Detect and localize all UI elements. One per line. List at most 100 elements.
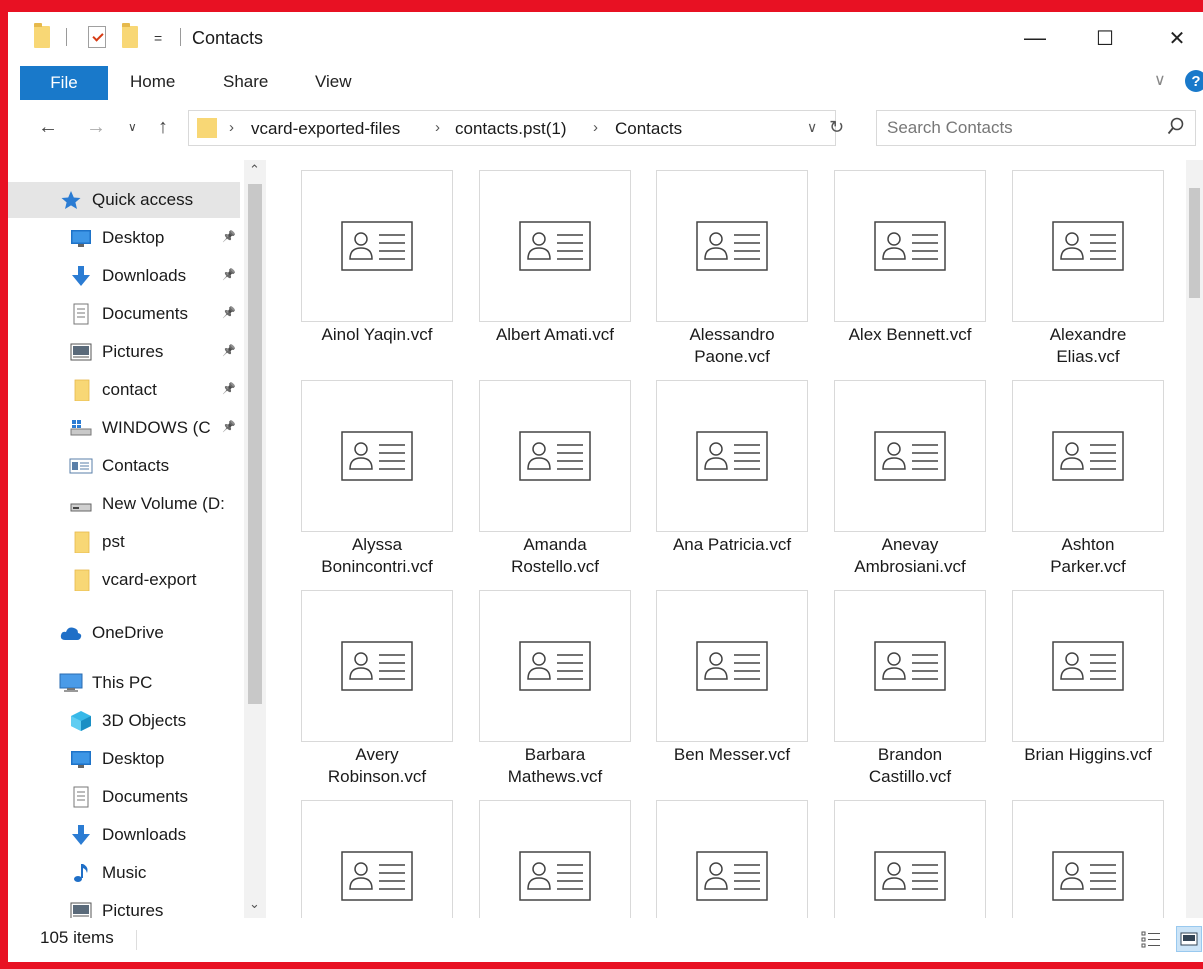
help-icon[interactable]: ? [1185,70,1203,92]
scroll-up-icon[interactable]: ⌃ [249,162,260,178]
sidebar-item-pst[interactable]: pst [8,524,240,560]
file-item[interactable]: Alyssa Bonincontri.vcf [301,380,453,578]
sidebar-item-pictures[interactable]: Pictures [8,893,240,918]
maximize-button[interactable]: ☐ [1082,20,1128,56]
file-item[interactable]: Ana Patricia.vcf [656,380,808,556]
file-name[interactable]: Brian Higgins.vcf [1012,744,1164,766]
file-item[interactable]: Ainol Yaqin.vcf [301,170,453,346]
sidebar-item-quick-access[interactable]: Quick access [8,182,240,218]
large-icons-view-icon[interactable] [1176,926,1202,952]
sidebar-item-3d-objects[interactable]: 3D Objects [8,703,240,739]
breadcrumb-separator[interactable]: › [435,119,440,136]
minimize-button[interactable]: — [1012,20,1058,56]
tab-home[interactable]: Home [130,72,175,92]
file-item[interactable]: Amanda Rostello.vcf [479,380,631,578]
sidebar-item-pictures[interactable]: Pictures 📌 [8,334,240,370]
customize-toolbar-dropdown[interactable]: = [154,30,162,46]
file-name[interactable]: Ashton Parker.vcf [1012,534,1164,578]
sidebar-item-desktop[interactable]: Desktop [8,741,240,777]
file-item[interactable]: Ben Messer.vcf [656,590,808,766]
contact-card-icon[interactable] [834,380,986,532]
file-item[interactable] [656,800,808,918]
back-button[interactable]: ← [38,116,58,139]
sidebar-item-documents[interactable]: Documents [8,779,240,815]
file-view-scrollbar[interactable] [1186,160,1203,918]
contact-card-icon[interactable] [834,170,986,322]
contact-card-icon[interactable] [834,590,986,742]
file-item[interactable]: Avery Robinson.vcf [301,590,453,788]
scrollbar-thumb[interactable] [248,184,262,704]
file-item[interactable]: Albert Amati.vcf [479,170,631,346]
contact-card-icon[interactable] [656,800,808,918]
file-name[interactable]: Ana Patricia.vcf [656,534,808,556]
scrollbar-thumb[interactable] [1189,188,1200,298]
file-name[interactable]: Brandon Castillo.vcf [834,744,986,788]
sidebar-item-onedrive[interactable]: OneDrive [8,615,240,651]
recent-locations-chevron-icon[interactable]: ∨ [128,120,137,134]
file-item[interactable]: Alex Bennett.vcf [834,170,986,346]
sidebar-item-desktop[interactable]: Desktop 📌 [8,220,240,256]
file-item[interactable]: Ashton Parker.vcf [1012,380,1164,578]
tab-file[interactable]: File [20,66,108,100]
navigation-pane-scrollbar[interactable]: ⌃ ⌄ [244,160,266,918]
scroll-down-icon[interactable]: ⌄ [249,896,260,912]
breadcrumb-separator[interactable]: › [229,119,234,136]
address-bar[interactable]: › vcard-exported-files › contacts.pst(1)… [188,110,844,146]
file-item[interactable] [1012,800,1164,918]
forward-button[interactable]: → [86,116,106,139]
contact-card-icon[interactable] [1012,170,1164,322]
tab-share[interactable]: Share [223,72,268,92]
contact-card-icon[interactable] [656,380,808,532]
contact-card-icon[interactable] [301,590,453,742]
properties-icon[interactable] [88,26,106,48]
new-folder-icon[interactable] [122,23,138,48]
sidebar-item-downloads[interactable]: Downloads [8,817,240,853]
file-item[interactable]: Anevay Ambrosiani.vcf [834,380,986,578]
file-item[interactable]: Barbara Mathews.vcf [479,590,631,788]
refresh-button[interactable]: ↻ [829,117,844,138]
close-button[interactable]: ✕ [1154,20,1200,56]
file-item[interactable] [301,800,453,918]
up-button[interactable]: ↑ [158,116,168,139]
search-box[interactable] [876,110,1196,146]
file-name[interactable]: Albert Amati.vcf [479,324,631,346]
folder-icon[interactable] [34,23,50,48]
breadcrumb-separator[interactable]: › [593,119,598,136]
breadcrumb-contacts[interactable]: Contacts [615,119,682,139]
contact-card-icon[interactable] [834,800,986,918]
file-item[interactable]: Brandon Castillo.vcf [834,590,986,788]
contact-card-icon[interactable] [301,380,453,532]
contact-card-icon[interactable] [479,380,631,532]
contact-card-icon[interactable] [301,170,453,322]
sidebar-item-contact[interactable]: contact 📌 [8,372,240,408]
details-view-icon[interactable] [1138,926,1164,952]
contact-card-icon[interactable] [1012,590,1164,742]
contact-card-icon[interactable] [1012,380,1164,532]
file-name[interactable]: Barbara Mathews.vcf [479,744,631,788]
contact-card-icon[interactable] [301,800,453,918]
file-name[interactable]: Alexandre Elias.vcf [1012,324,1164,368]
file-name[interactable]: Alyssa Bonincontri.vcf [301,534,453,578]
sidebar-item-downloads[interactable]: Downloads 📌 [8,258,240,294]
file-name[interactable]: Alex Bennett.vcf [834,324,986,346]
search-input[interactable] [887,117,1147,139]
file-item[interactable]: Alexandre Elias.vcf [1012,170,1164,368]
file-name[interactable]: Ben Messer.vcf [656,744,808,766]
file-item[interactable]: Brian Higgins.vcf [1012,590,1164,766]
sidebar-item-music[interactable]: Music [8,855,240,891]
breadcrumb-contacts-pst[interactable]: contacts.pst(1) [455,119,567,139]
file-item[interactable]: Alessandro Paone.vcf [656,170,808,368]
contact-card-icon[interactable] [1012,800,1164,918]
contact-card-icon[interactable] [656,590,808,742]
file-name[interactable]: Alessandro Paone.vcf [656,324,808,368]
file-name[interactable]: Ainol Yaqin.vcf [301,324,453,346]
sidebar-item-vcard-export[interactable]: vcard-export [8,562,240,598]
search-icon[interactable] [1167,117,1185,137]
sidebar-item-new-volume-d[interactable]: New Volume (D: [8,486,240,522]
file-item[interactable] [479,800,631,918]
tab-view[interactable]: View [315,72,352,92]
sidebar-item-documents[interactable]: Documents 📌 [8,296,240,332]
contact-card-icon[interactable] [479,590,631,742]
sidebar-item-windows-c[interactable]: WINDOWS (C 📌 [8,410,240,446]
file-name[interactable]: Amanda Rostello.vcf [479,534,631,578]
